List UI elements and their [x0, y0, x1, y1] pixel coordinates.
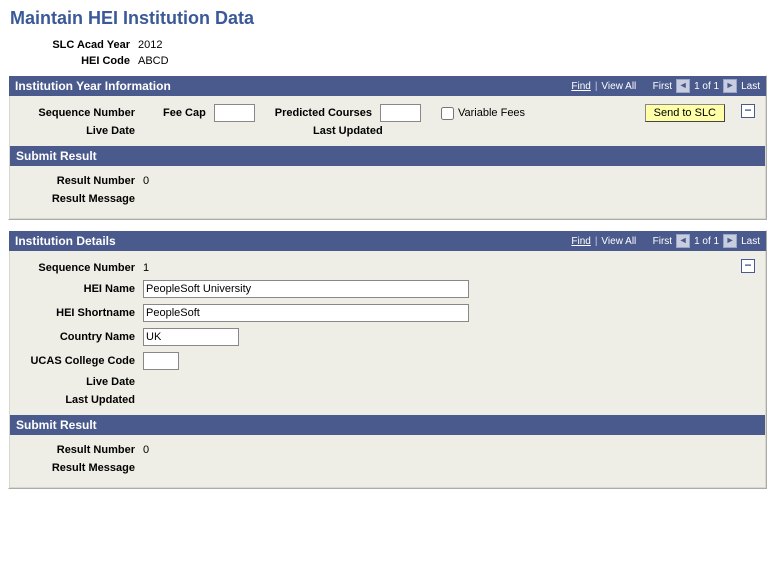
view-all-link[interactable]: View All	[601, 81, 636, 92]
live-date-label: Live Date	[20, 125, 143, 137]
last-link[interactable]: Last	[741, 236, 760, 247]
section1-scroll-controls: Find | View All First ◄ 1 of 1 ► Last	[571, 79, 760, 93]
hei-code-value: ABCD	[138, 55, 169, 67]
sequence-number-value: 1	[143, 262, 149, 274]
submit-result-bar: Submit Result	[10, 146, 765, 166]
page-title: Maintain HEI Institution Data	[0, 0, 775, 37]
variable-fees-label: Variable Fees	[458, 107, 525, 119]
prev-arrow-icon[interactable]: ◄	[676, 234, 690, 248]
hei-code-label: HEI Code	[10, 55, 138, 67]
slc-acad-year-label: SLC Acad Year	[10, 39, 138, 51]
country-name-input[interactable]	[143, 328, 239, 346]
pager-text: 1 of 1	[694, 81, 719, 92]
find-link[interactable]: Find	[571, 81, 590, 92]
pager-text: 1 of 1	[694, 236, 719, 247]
ucas-code-label: UCAS College Code	[20, 355, 143, 367]
first-link[interactable]: First	[653, 81, 672, 92]
slc-acad-year-value: 2012	[138, 39, 162, 51]
find-link[interactable]: Find	[571, 236, 590, 247]
fee-cap-input[interactable]	[214, 104, 255, 122]
live-date-label: Live Date	[20, 376, 143, 388]
section1-title: Institution Year Information	[15, 79, 171, 93]
result-number-label: Result Number	[20, 175, 143, 187]
result-message-label: Result Message	[20, 462, 143, 474]
last-updated-label: Last Updated	[20, 394, 143, 406]
sequence-number-label: Sequence Number	[20, 107, 143, 119]
predicted-courses-label: Predicted Courses	[275, 107, 380, 119]
hei-shortname-label: HEI Shortname	[20, 307, 143, 319]
result-number-value: 0	[143, 175, 149, 187]
collapse-icon[interactable]: −	[741, 259, 755, 273]
hei-shortname-input[interactable]	[143, 304, 469, 322]
collapse-icon[interactable]: −	[741, 104, 755, 118]
result-number-value: 0	[143, 444, 149, 456]
country-name-label: Country Name	[20, 331, 143, 343]
result-number-label: Result Number	[20, 444, 143, 456]
section2-title: Institution Details	[15, 234, 116, 248]
next-arrow-icon[interactable]: ►	[723, 79, 737, 93]
next-arrow-icon[interactable]: ►	[723, 234, 737, 248]
send-to-slc-button[interactable]: Send to SLC	[645, 104, 725, 122]
sequence-number-label: Sequence Number	[20, 262, 143, 274]
submit-result-bar: Submit Result	[10, 415, 765, 435]
result-message-label: Result Message	[20, 193, 143, 205]
predicted-courses-input[interactable]	[380, 104, 421, 122]
hei-name-label: HEI Name	[20, 283, 143, 295]
first-link[interactable]: First	[653, 236, 672, 247]
hei-name-input[interactable]	[143, 280, 469, 298]
variable-fees-checkbox[interactable]	[441, 107, 454, 120]
section2-scroll-controls: Find | View All First ◄ 1 of 1 ► Last	[571, 234, 760, 248]
last-link[interactable]: Last	[741, 81, 760, 92]
prev-arrow-icon[interactable]: ◄	[676, 79, 690, 93]
last-updated-label: Last Updated	[313, 125, 391, 137]
institution-year-info-section: Institution Year Information Find | View…	[8, 75, 767, 220]
institution-details-section: Institution Details Find | View All Firs…	[8, 230, 767, 489]
view-all-link[interactable]: View All	[601, 236, 636, 247]
ucas-code-input[interactable]	[143, 352, 179, 370]
header-fields: Get SLC Data SLC Acad Year 2012 HEI Code…	[0, 37, 775, 75]
fee-cap-label: Fee Cap	[163, 107, 214, 119]
